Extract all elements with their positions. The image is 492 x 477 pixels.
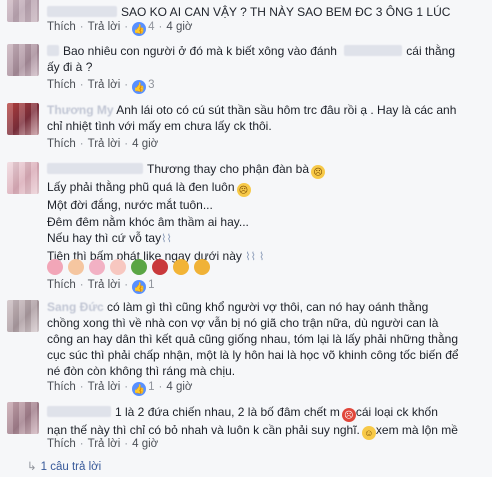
flower-icon (89, 259, 105, 275)
avatar[interactable] (7, 402, 39, 434)
avatar[interactable] (7, 44, 39, 76)
clover-icon (131, 259, 147, 275)
reply-link[interactable]: Trả lời (88, 79, 121, 91)
comment-thread: SAO KO AI CAN VẬY ? TH NÀY SAO BEM ĐC 3 … (0, 0, 492, 477)
like-link[interactable]: Thích (47, 381, 76, 393)
avatar[interactable] (7, 162, 39, 194)
comment-text: Nếu hay thì cứ vỗ tay (47, 231, 162, 246)
avatar[interactable] (7, 300, 39, 332)
reply-link[interactable]: Trả lời (88, 438, 121, 450)
comment-text: cái thằng (406, 44, 455, 58)
timestamp[interactable]: 4 giờ (132, 438, 158, 450)
timestamp[interactable]: 4 giờ (166, 381, 192, 393)
reply-link[interactable]: Trả lời (88, 381, 121, 393)
sunflower-icon (194, 259, 210, 275)
reply-link[interactable]: Trả lời (88, 279, 121, 291)
pointing-down-icon: ⌇⌇ ⌇ (245, 250, 265, 263)
comment-text: có làm gì thì cũng khổ người vợ thôi, ca… (107, 300, 429, 314)
timestamp[interactable]: 4 giờ (132, 138, 158, 150)
grimace-face-icon: ☺ (361, 426, 376, 440)
comment-text: chồng xong thì về nhà con vợ vẫn bị nó g… (47, 316, 439, 331)
comment-text: xem mà lộn mề (375, 423, 458, 437)
like-link[interactable]: Thích (47, 138, 76, 150)
sticker-row (47, 259, 215, 275)
sad-face-icon: ☹ (311, 165, 326, 179)
flower-icon (110, 259, 126, 275)
blurred-name (47, 6, 117, 17)
like-link[interactable]: Thích (47, 79, 76, 91)
flower-icon (68, 259, 84, 275)
comment-text: Thương thay cho phận đàn bà (147, 162, 310, 176)
blurred-name (47, 406, 111, 417)
like-icon: 👍 (132, 22, 147, 36)
comment-text: công an hay dân thì kết quả cũng giống n… (47, 332, 458, 347)
reply-arrow-icon: ↳ (27, 461, 37, 473)
like-count: 4 (148, 21, 155, 33)
view-replies-link[interactable]: ↳ 1 câu trả lời (27, 459, 101, 473)
comment-text: cái loại ck khốn (355, 405, 438, 419)
comment-text: chỉ nhiệt tình với mấy em chưa lấy ck th… (47, 118, 272, 133)
reply-link[interactable]: Trả lời (88, 138, 121, 150)
comment-text: Đêm đêm nằm khóc âm thầm ai hay... (47, 214, 249, 229)
angry-face-icon: ☹ (341, 408, 356, 422)
sunflower-icon (173, 259, 189, 275)
timestamp[interactable]: 4 giờ (166, 21, 192, 33)
avatar[interactable] (7, 0, 39, 22)
comment-text: nạn thế này thì chỉ có bỏ nhah và luôn k… (47, 423, 360, 437)
comment-text: 1 là 2 đứa chiến nhau, 2 là bố đâm chết … (115, 405, 340, 419)
like-icon: 👍 (132, 80, 147, 94)
comment-text: Lấy phải thằng phũ quá là đen luôn (47, 180, 235, 194)
comment-text: Bao nhiêu con người ở đó mà k biết xông … (63, 44, 337, 58)
comment-text: Một đời đắng, nước mắt tuôn... (47, 198, 213, 212)
blurred-name (344, 45, 403, 56)
like-link[interactable]: Thích (47, 438, 76, 450)
author-name[interactable]: Thương My (47, 103, 114, 117)
like-icon: 👍 (132, 280, 147, 294)
clapping-hands-icon: ⌇⌇ (161, 233, 172, 246)
crying-face-icon: ☹ (236, 183, 251, 197)
flower-icon (47, 259, 63, 275)
comment-text: Anh lái oto có cú sút thần sầu hôm trc đ… (116, 103, 457, 117)
like-icon: 👍 (132, 382, 147, 396)
comment-text: SAO KO AI CAN VẬY ? TH NÀY SAO BEM ĐC 3 … (121, 5, 451, 19)
reply-link[interactable]: Trả lời (88, 21, 121, 33)
comment-text: cục súc thì phải chấp nhận, một là ly hô… (47, 348, 459, 363)
comment-text: né đòn còn không thì ráng mà chịu. (47, 364, 236, 379)
like-link[interactable]: Thích (47, 21, 76, 33)
like-link[interactable]: Thích (47, 279, 76, 291)
author-name[interactable]: Sang Đức (47, 300, 104, 314)
like-count: 1 (148, 381, 155, 393)
comment-text: ấy đi à ? (47, 59, 93, 74)
reply-count: 1 câu trả lời (40, 461, 102, 473)
rose-icon (152, 259, 168, 275)
avatar[interactable] (7, 103, 39, 135)
like-count: 3 (148, 79, 155, 91)
like-count: 1 (148, 279, 155, 291)
blurred-name (47, 163, 143, 174)
